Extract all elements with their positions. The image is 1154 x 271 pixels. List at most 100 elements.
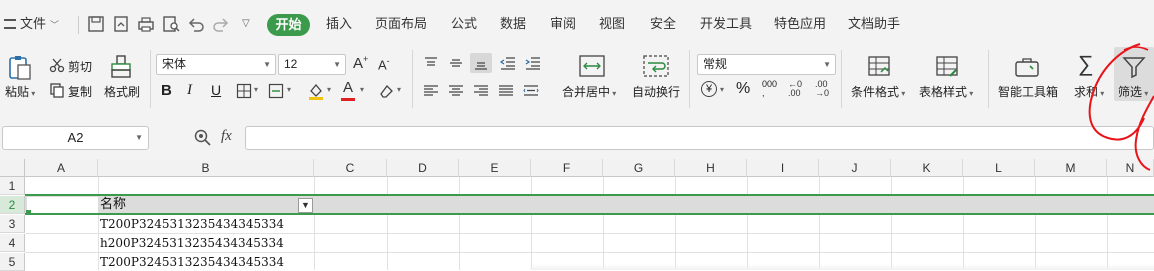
format-painter-icon: [111, 55, 131, 78]
align-middle-icon[interactable]: [447, 55, 465, 71]
column-header-b[interactable]: B: [98, 159, 314, 177]
tab-developer[interactable]: 开发工具: [700, 14, 752, 34]
tab-insert[interactable]: 插入: [326, 14, 352, 34]
divider: [988, 50, 989, 108]
smart-toolbox-button[interactable]: 智能工具箱: [998, 83, 1058, 100]
tab-data[interactable]: 数据: [500, 14, 526, 34]
align-top-icon[interactable]: [422, 55, 440, 71]
column-header-j[interactable]: J: [819, 159, 891, 177]
cut-icon: [49, 58, 65, 73]
increase-indent-icon[interactable]: [524, 55, 542, 71]
save-icon[interactable]: [87, 15, 105, 33]
row-header-2[interactable]: 2: [0, 196, 25, 214]
toolbox-icon: [1015, 58, 1039, 77]
column-header-d[interactable]: D: [387, 159, 459, 177]
column-header-f[interactable]: F: [531, 159, 603, 177]
conditional-format-icon: [868, 56, 890, 76]
tab-formulas[interactable]: 公式: [451, 14, 477, 34]
align-right-icon[interactable]: [472, 83, 490, 99]
column-header-g[interactable]: G: [603, 159, 675, 177]
fill-color-icon[interactable]: [307, 82, 325, 100]
redo-icon[interactable]: [212, 15, 230, 33]
italic-icon[interactable]: I: [187, 82, 192, 99]
active-cell-a2[interactable]: [27, 197, 98, 213]
tab-special-apps[interactable]: 特色应用: [774, 14, 826, 34]
wrap-text-button[interactable]: 自动换行: [632, 83, 680, 100]
gridline: [603, 177, 604, 270]
column-header-l[interactable]: L: [963, 159, 1035, 177]
column-header-e[interactable]: E: [459, 159, 531, 177]
percent-icon[interactable]: %: [736, 80, 750, 98]
row-header-1[interactable]: 1: [0, 177, 25, 195]
bold-icon[interactable]: B: [161, 82, 172, 99]
align-left-icon[interactable]: [422, 83, 440, 99]
thousands-separator-icon[interactable]: 000,: [762, 80, 777, 98]
copy-button[interactable]: 复制: [68, 83, 92, 100]
column-header-h[interactable]: H: [675, 159, 747, 177]
filter-dropdown-icon[interactable]: ▼: [298, 198, 313, 213]
font-name-value: 宋体: [162, 57, 187, 71]
column-header-c[interactable]: C: [314, 159, 387, 177]
currency-icon[interactable]: ¥: [701, 81, 717, 97]
tab-security[interactable]: 安全: [650, 14, 676, 34]
distributed-align-icon[interactable]: [522, 83, 540, 99]
align-bottom-icon: [475, 62, 487, 70]
font-name-select[interactable]: 宋体 ▼: [156, 54, 276, 75]
paste-icon[interactable]: [7, 54, 33, 82]
customize-quick-access-icon[interactable]: ▽: [242, 14, 250, 34]
borders-icon[interactable]: [236, 83, 252, 99]
increase-font-size-icon[interactable]: A+: [353, 54, 368, 72]
gridline: [1035, 177, 1036, 270]
column-header-a[interactable]: A: [25, 159, 98, 177]
cell-b4[interactable]: h200P3245313235434345334: [100, 234, 284, 252]
align-bottom-button[interactable]: [470, 53, 492, 73]
tab-review[interactable]: 审阅: [550, 14, 576, 34]
merge-center-button[interactable]: 合并居中 ▾: [562, 83, 616, 100]
fill-handle[interactable]: [26, 210, 31, 215]
cut-button[interactable]: 剪切: [68, 58, 92, 75]
decrease-decimal-icon[interactable]: .00 →0: [815, 80, 829, 98]
font-color-icon[interactable]: A: [343, 79, 353, 96]
merge-cells-icon[interactable]: [268, 83, 284, 99]
font-size-select[interactable]: 12 ▼: [278, 54, 346, 75]
undo-icon[interactable]: [187, 15, 205, 33]
number-format-value: 常规: [703, 57, 728, 71]
file-menu[interactable]: 文件 ﹀: [4, 14, 59, 34]
decrease-font-size-icon[interactable]: A-: [378, 56, 390, 72]
tab-doc-assistant[interactable]: 文档助手: [848, 14, 900, 34]
table-style-button[interactable]: 表格样式 ▾: [919, 83, 973, 100]
decrease-indent-icon[interactable]: [499, 55, 517, 71]
cell-b3[interactable]: T200P3245313235434345334: [100, 215, 284, 233]
name-box[interactable]: A2 ▼: [2, 126, 149, 150]
insert-function-icon[interactable]: fx: [221, 128, 232, 145]
chevron-down-icon: ▾: [29, 89, 36, 98]
gridline: [1107, 177, 1108, 270]
select-all-corner[interactable]: [0, 159, 25, 177]
underline-icon[interactable]: U: [211, 82, 221, 98]
row-header-4[interactable]: 4: [0, 234, 25, 252]
gridline: [819, 177, 820, 270]
zoom-icon[interactable]: [193, 128, 213, 148]
cell-b2[interactable]: 名称: [100, 196, 126, 214]
export-pdf-icon[interactable]: [112, 15, 130, 33]
clear-format-icon[interactable]: [378, 83, 394, 99]
tab-home[interactable]: 开始: [267, 14, 310, 36]
print-preview-icon[interactable]: [162, 15, 180, 33]
column-header-k[interactable]: K: [891, 159, 963, 177]
print-icon[interactable]: [137, 15, 155, 33]
formula-input[interactable]: [245, 126, 1154, 150]
tab-view[interactable]: 视图: [599, 14, 625, 34]
row-header-3[interactable]: 3: [0, 215, 25, 233]
paste-button[interactable]: 粘贴 ▾: [5, 83, 35, 100]
number-format-select[interactable]: 常规 ▼: [697, 54, 836, 75]
row-header-5[interactable]: 5: [0, 253, 25, 271]
tab-page-layout[interactable]: 页面布局: [375, 14, 427, 34]
column-header-i[interactable]: I: [747, 159, 819, 177]
format-painter-button[interactable]: 格式刷: [104, 83, 140, 100]
align-center-icon[interactable]: [447, 83, 465, 99]
conditional-format-button[interactable]: 条件格式 ▾: [851, 83, 905, 100]
justify-icon[interactable]: [497, 83, 515, 99]
increase-decimal-icon[interactable]: ←0.00: [788, 80, 802, 98]
cell-b5[interactable]: T200P3245313235434345334: [100, 253, 284, 271]
font-color-swatch: [341, 98, 355, 101]
